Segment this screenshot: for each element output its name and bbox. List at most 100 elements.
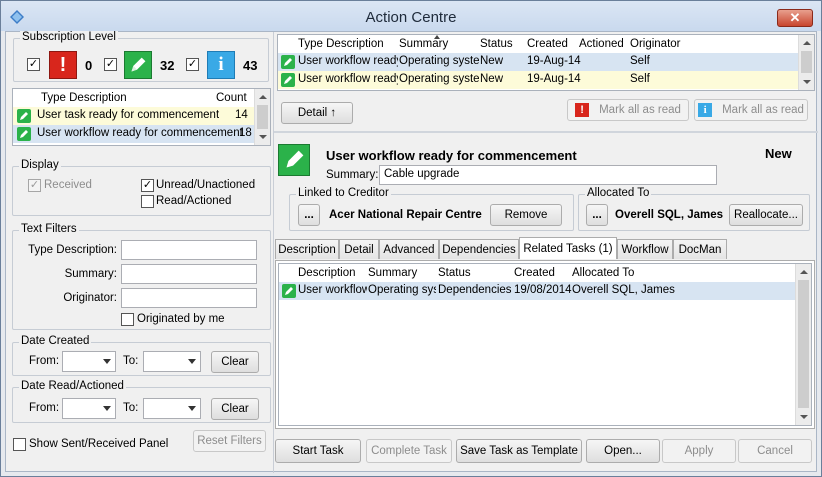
open-button[interactable]: Open...: [586, 439, 660, 463]
pencil-icon: [17, 127, 31, 141]
urgent-icon: !: [575, 103, 590, 117]
detail-toggle-button[interactable]: Detail ↑: [281, 102, 353, 124]
column-type-description[interactable]: Type Description: [41, 92, 127, 104]
column-originator[interactable]: Originator: [630, 38, 681, 50]
date-read-from-label: From:: [29, 402, 60, 414]
pencil-icon: [282, 284, 296, 298]
table-row[interactable]: User workflow ready Operating system New…: [278, 53, 798, 71]
start-task-button[interactable]: Start Task: [275, 439, 361, 463]
date-created-from-picker[interactable]: [62, 351, 116, 372]
type-summary-scrollbar[interactable]: [254, 89, 270, 145]
chevron-down-icon: [103, 359, 111, 364]
type-description-label: Type Description:: [28, 244, 117, 256]
column-created[interactable]: Created: [514, 267, 555, 279]
read-checkbox[interactable]: [141, 195, 154, 208]
cancel-button[interactable]: Cancel: [738, 439, 812, 463]
unread-checkbox[interactable]: ✓: [141, 179, 154, 192]
scroll-down-icon[interactable]: [255, 129, 270, 145]
detail-status: New: [765, 146, 792, 161]
reallocate-button[interactable]: Reallocate...: [729, 204, 803, 226]
received-checkbox[interactable]: ✓: [28, 179, 41, 192]
column-status[interactable]: Status: [480, 38, 513, 50]
scroll-thumb[interactable]: [257, 105, 268, 129]
column-summary[interactable]: Summary: [399, 38, 448, 50]
originated-by-me-checkbox[interactable]: [121, 313, 134, 326]
unread-label: Unread/Unactioned: [156, 179, 256, 191]
scroll-down-icon[interactable]: [799, 74, 814, 90]
reset-filters-button[interactable]: Reset Filters: [193, 430, 266, 452]
close-button[interactable]: ✕: [777, 9, 813, 27]
select-allocation-button[interactable]: ...: [586, 204, 608, 226]
column-allocated-to[interactable]: Allocated To: [572, 267, 634, 279]
date-read-label: Date Read/Actioned: [19, 380, 126, 392]
related-tasks-scrollbar[interactable]: [795, 264, 811, 425]
tab-dependencies[interactable]: Dependencies: [439, 239, 519, 259]
window-title: Action Centre: [365, 9, 457, 26]
pencil-icon: [17, 109, 31, 123]
mark-urgent-read-button[interactable]: ! Mark all as read: [567, 99, 689, 121]
workflow-pencil-icon: [278, 144, 310, 176]
messages-scrollbar[interactable]: [798, 35, 814, 90]
summary-filter-input[interactable]: [121, 264, 257, 284]
complete-task-button[interactable]: Complete Task: [366, 439, 452, 463]
date-created-to-picker[interactable]: [143, 351, 201, 372]
subscription-level-label: Subscription Level: [20, 31, 118, 43]
tab-detail[interactable]: Detail: [339, 239, 379, 259]
tab-related-tasks[interactable]: Related Tasks (1): [519, 237, 617, 259]
date-created-label: Date Created: [19, 335, 92, 347]
table-row[interactable]: User workflow ready Operating system New…: [278, 71, 798, 89]
display-group: Display ✓ Received ✓ Unread/Unactioned R…: [12, 159, 271, 216]
column-created[interactable]: Created: [527, 38, 568, 50]
list-item[interactable]: User workflow ready for commencement 18: [13, 125, 254, 143]
save-task-template-button[interactable]: Save Task as Template: [456, 439, 582, 463]
table-row[interactable]: User workflow Operating system Dependenc…: [279, 282, 795, 300]
chevron-down-icon: [188, 359, 196, 364]
column-type-description[interactable]: Type Description: [298, 38, 384, 50]
list-item[interactable]: User task ready for commencement 14: [13, 107, 254, 125]
display-label: Display: [19, 159, 61, 171]
tab-advanced[interactable]: Advanced: [379, 239, 439, 259]
detail-summary-input[interactable]: Cable upgrade: [379, 165, 717, 185]
scroll-up-icon[interactable]: [796, 264, 811, 280]
scroll-up-icon[interactable]: [255, 89, 270, 105]
remove-creditor-button[interactable]: Remove: [490, 204, 562, 226]
column-count[interactable]: Count: [216, 92, 247, 104]
allocated-to-group: Allocated To ... Overell SQL, James Real…: [578, 187, 810, 231]
date-read-to-picker[interactable]: [143, 398, 201, 419]
related-tasks-list[interactable]: Description Summary Status Created Alloc…: [278, 263, 812, 426]
show-sent-received-checkbox[interactable]: [13, 438, 26, 451]
horizontal-splitter[interactable]: [274, 131, 818, 133]
column-description[interactable]: Description: [298, 267, 356, 279]
tab-docman[interactable]: DocMan: [673, 239, 727, 259]
apply-button[interactable]: Apply: [662, 439, 736, 463]
date-read-clear-button[interactable]: Clear: [211, 398, 259, 420]
scroll-thumb[interactable]: [801, 51, 812, 73]
allocated-name: Overell SQL, James: [615, 209, 724, 221]
summary-filter-label: Summary:: [64, 268, 117, 280]
column-status[interactable]: Status: [438, 267, 471, 279]
text-filters-label: Text Filters: [19, 223, 79, 235]
originator-input[interactable]: [121, 288, 257, 308]
date-created-clear-button[interactable]: Clear: [211, 351, 259, 373]
creditor-name: Acer National Repair Centre: [329, 209, 482, 221]
splitter[interactable]: [273, 32, 274, 473]
type-summary-list[interactable]: Type Description Count User task ready f…: [12, 88, 271, 146]
info-level-checkbox[interactable]: ✓: [186, 58, 199, 71]
urgent-level-checkbox[interactable]: ✓: [27, 58, 40, 71]
messages-list[interactable]: Type Description Summary Status Created …: [277, 34, 815, 91]
mark-info-read-button[interactable]: i Mark all as read: [694, 99, 808, 121]
tab-description[interactable]: Description: [275, 239, 339, 259]
chevron-down-icon: [103, 406, 111, 411]
workflow-level-checkbox[interactable]: ✓: [104, 58, 117, 71]
select-creditor-button[interactable]: ...: [298, 204, 320, 226]
detail-summary-label: Summary:: [326, 169, 379, 181]
scroll-down-icon[interactable]: [796, 409, 811, 425]
date-read-from-picker[interactable]: [62, 398, 116, 419]
urgent-count: 0: [85, 58, 93, 73]
tab-workflow[interactable]: Workflow: [617, 239, 673, 259]
scroll-thumb[interactable]: [798, 280, 809, 408]
scroll-up-icon[interactable]: [799, 35, 814, 51]
type-description-input[interactable]: [121, 240, 257, 260]
column-summary[interactable]: Summary: [368, 267, 417, 279]
column-actioned[interactable]: Actioned: [579, 38, 624, 50]
